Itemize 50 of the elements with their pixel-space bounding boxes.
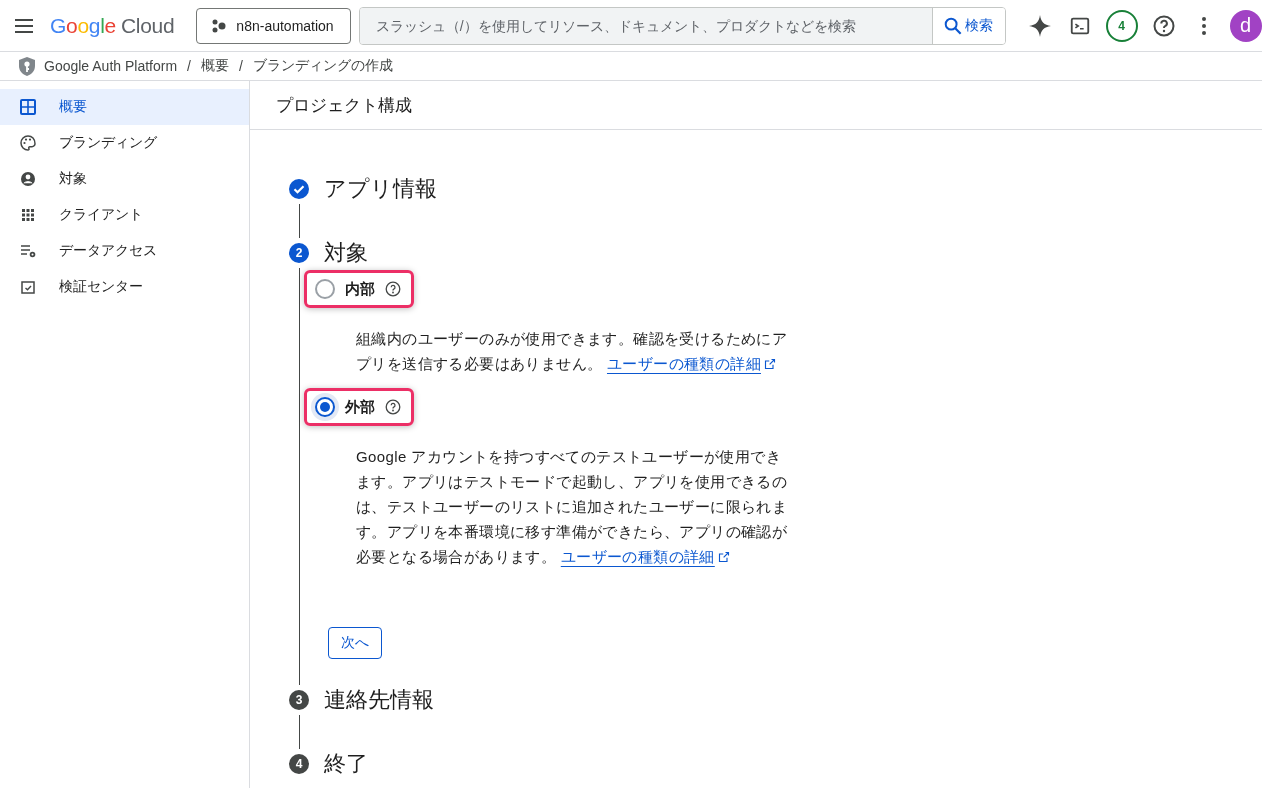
option-label: 外部 [345, 397, 375, 417]
notification-badge[interactable]: 4 [1105, 9, 1138, 42]
sidebar-item[interactable]: 概要 [0, 89, 249, 125]
list-gear-icon [20, 243, 36, 259]
shield-key-icon [18, 55, 36, 77]
step-title: 終了 [324, 750, 369, 778]
sidebar-item[interactable]: 対象 [0, 161, 249, 197]
breadcrumb-link[interactable]: 概要 [200, 57, 229, 75]
step-number: 4 [289, 754, 309, 774]
step-number: 3 [289, 690, 309, 710]
step-number: 2 [289, 243, 309, 263]
check-circle-icon [289, 179, 309, 199]
external-link-icon [717, 550, 730, 563]
option-description: Google アカウントを持つすべてのテストユーザーが使用できます。アプリはテストモードで起動し、アプリを使用できるのは、テストユーザーのリストに追加されたユーザーに限られます。アプリを本番環境に移す準備ができたら、アプリの確認が必要となる場合があります。 ユーザーの種類の詳細 [356, 444, 796, 569]
sidebar-item[interactable]: データアクセス [0, 233, 249, 269]
more-icon[interactable] [1201, 15, 1206, 36]
breadcrumb-separator: / [187, 58, 191, 74]
radio-option[interactable]: 外部 [304, 388, 414, 426]
help-link[interactable]: ユーザーの種類の詳細 [606, 351, 776, 376]
step-title: アプリ情報 [324, 175, 438, 203]
sidebar-item[interactable]: クライアント [0, 197, 249, 233]
radio-option[interactable]: 内部 [304, 270, 414, 308]
step-title: 連絡先情報 [324, 686, 435, 714]
grid-icon [20, 207, 36, 223]
next-button[interactable]: 次へ [328, 627, 382, 659]
option-label: 内部 [345, 279, 375, 299]
person-icon [20, 171, 36, 187]
step-title: 対象 [324, 239, 369, 267]
radio-button[interactable] [315, 279, 335, 299]
help-icon[interactable] [385, 281, 401, 297]
sidebar-item[interactable]: ブランディング [0, 125, 249, 161]
dashboard-icon [20, 99, 36, 115]
help-icon[interactable] [1151, 13, 1176, 38]
brand-logo[interactable]: Google [50, 13, 116, 38]
breadcrumb-separator: / [238, 58, 243, 74]
breadcrumb-link[interactable]: ブランディングの作成 [252, 57, 393, 75]
radio-button[interactable] [315, 397, 335, 417]
help-icon[interactable] [385, 399, 401, 415]
external-link-icon [763, 357, 776, 370]
option-description: 組織内のユーザーのみが使用できます。確認を受けるためにアプリを送信する必要はありません。 ユーザーの種類の詳細 [356, 326, 796, 376]
sidebar-item[interactable]: 検証センター [0, 269, 249, 305]
checkbox-icon [20, 279, 36, 295]
account-avatar[interactable]: d [1229, 9, 1262, 42]
breadcrumb-link[interactable]: Google Auth Platform [44, 58, 178, 74]
project-picker[interactable]: n8n-automation [196, 7, 351, 44]
palette-icon [20, 135, 36, 151]
project-icon [211, 17, 227, 34]
page-title: プロジェクト構成 [250, 81, 1262, 130]
help-link[interactable]: ユーザーの種類の詳細 [560, 544, 730, 569]
product-name: Cloud [121, 13, 175, 38]
